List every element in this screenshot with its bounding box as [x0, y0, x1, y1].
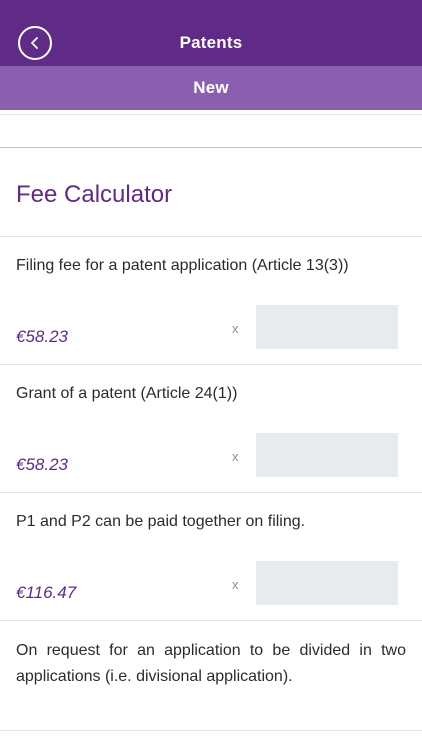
quantity-input[interactable]	[256, 433, 398, 477]
fee-description: Grant of a patent (Article 24(1))	[16, 385, 238, 402]
divider-line	[0, 114, 422, 115]
divider	[0, 730, 422, 731]
sub-header-title: New	[193, 78, 229, 97]
quantity-input[interactable]	[256, 561, 398, 605]
divisional-info-text: On request for an application to be divi…	[16, 642, 406, 685]
back-button[interactable]	[18, 26, 52, 60]
divider	[0, 620, 422, 621]
sub-header: New	[0, 66, 422, 110]
multiplier-sign: x	[232, 577, 239, 592]
fee-price: €58.23	[16, 327, 68, 346]
fee-row-combined: P1 and P2 can be paid together on filing…	[0, 493, 422, 621]
fee-description: P1 and P2 can be paid together on filing…	[16, 513, 306, 530]
fee-price: €116.47	[16, 583, 77, 602]
fee-price: €58.23	[16, 455, 68, 474]
multiplier-sign: x	[232, 321, 239, 336]
divider-strip	[0, 110, 422, 148]
fee-description: Filing fee for a patent application (Art…	[16, 257, 349, 274]
fee-row-filing: Filing fee for a patent application (Art…	[0, 237, 422, 365]
fee-row-grant: Grant of a patent (Article 24(1)) €58.23…	[0, 365, 422, 493]
quantity-input[interactable]	[256, 305, 398, 349]
section-title: Fee Calculator	[16, 181, 173, 208]
page-title: Patents	[179, 33, 243, 52]
chevron-left-icon	[31, 37, 38, 49]
navigation-bar: Patents	[0, 0, 422, 66]
multiplier-sign: x	[232, 449, 239, 464]
